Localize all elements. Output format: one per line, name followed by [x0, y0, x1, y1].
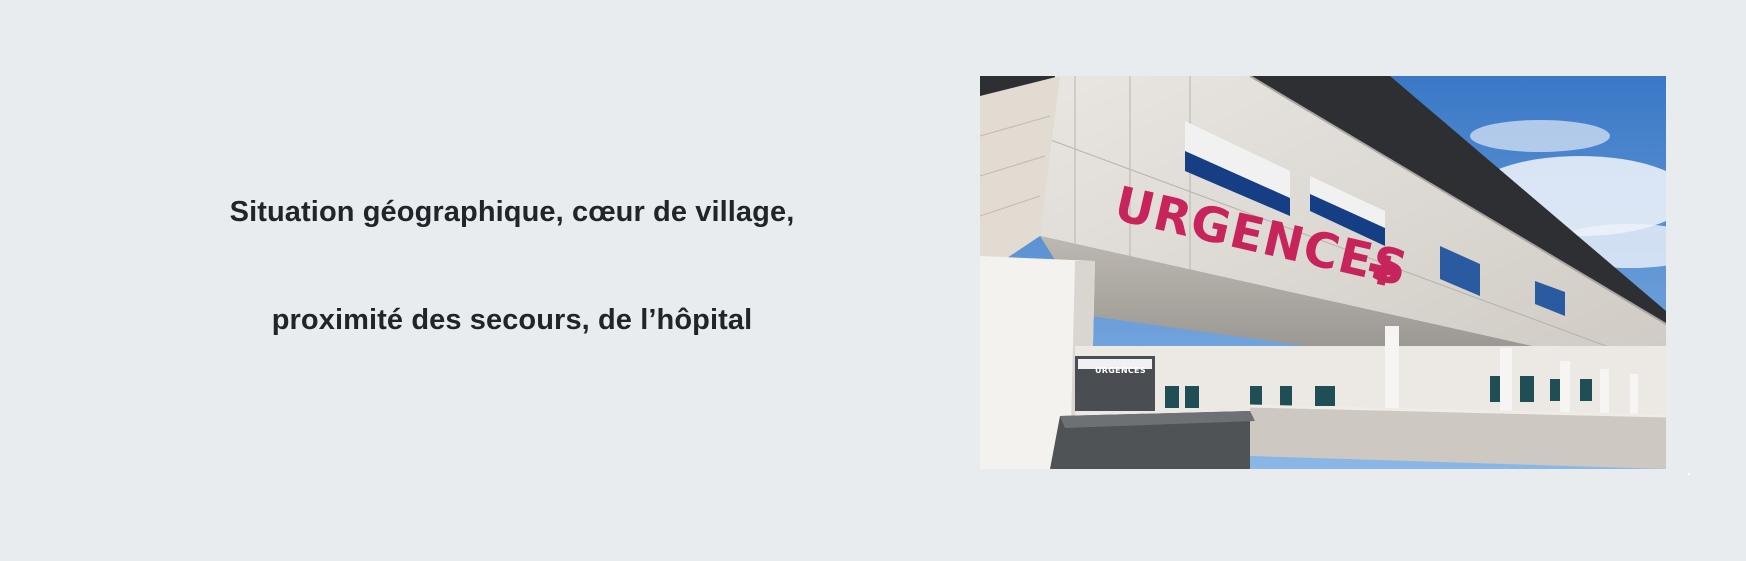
urgences-sign-small: URGENCES [1095, 366, 1146, 375]
decorative-dot [1688, 473, 1690, 475]
headline-line-1: Situation géographique, cœur de village, [229, 196, 795, 228]
text-block: Situation géographique, cœur de village,… [96, 0, 928, 561]
headline-line-2: proximité des secours, de l’hôpital [271, 304, 753, 336]
